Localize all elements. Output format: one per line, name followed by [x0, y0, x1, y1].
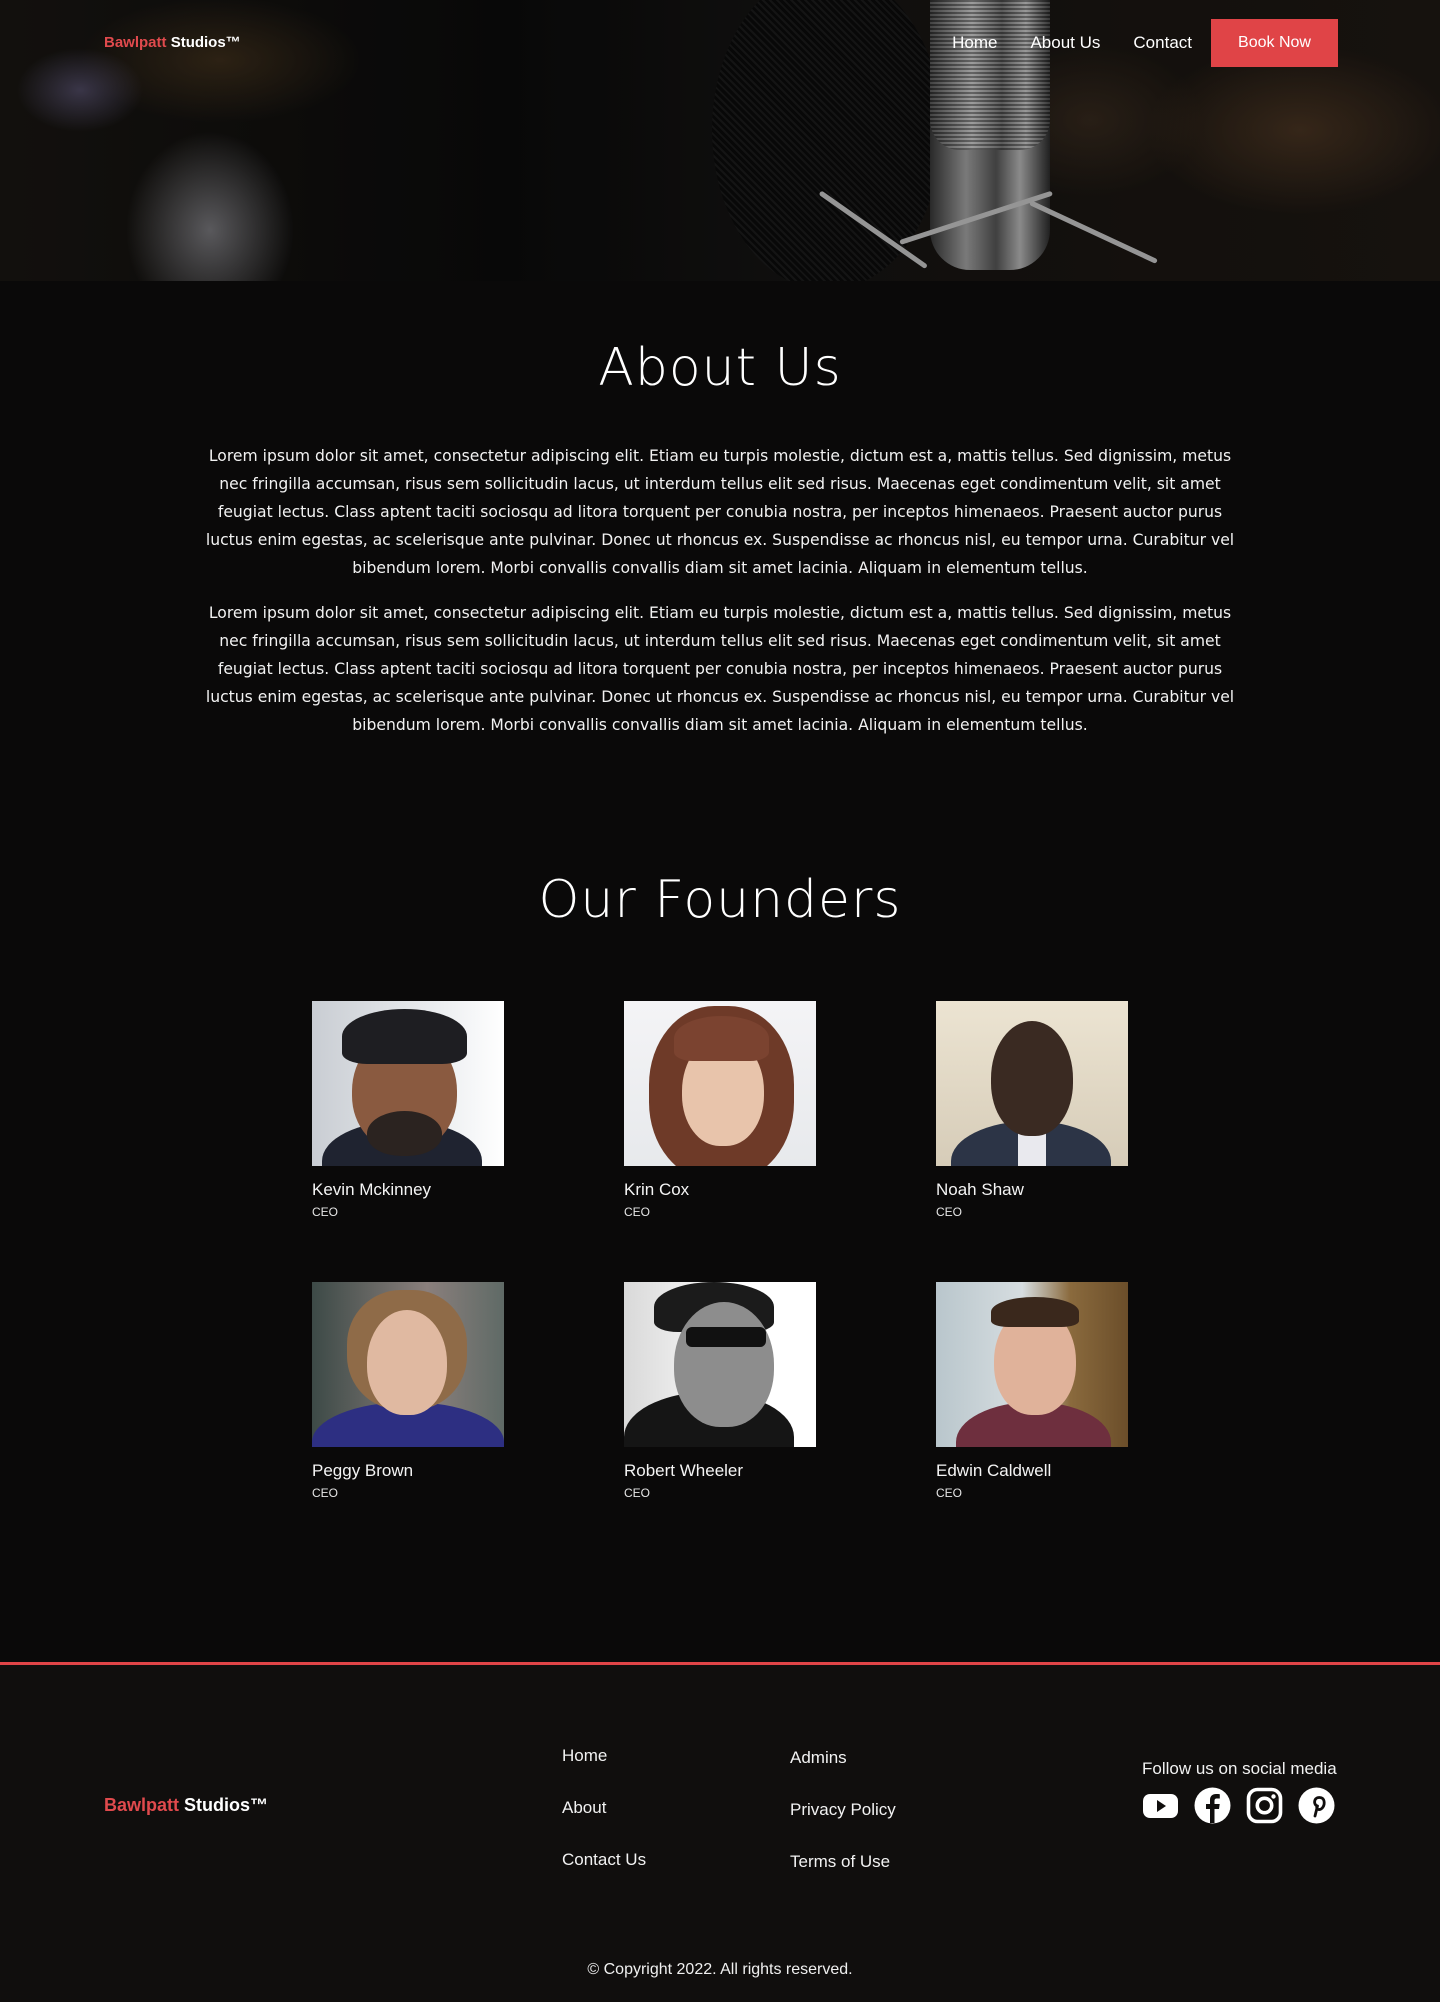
- nav-contact[interactable]: Contact: [1133, 33, 1192, 53]
- footer-link-contact-us[interactable]: Contact Us: [562, 1850, 646, 1902]
- footer-link-privacy-policy[interactable]: Privacy Policy: [790, 1800, 896, 1852]
- founder-card: Edwin Caldwell CEO: [936, 1282, 1128, 1500]
- facebook-icon[interactable]: [1194, 1787, 1231, 1824]
- footer-logo[interactable]: Bawlpatt Studios™: [104, 1795, 268, 1816]
- founder-role: CEO: [312, 1486, 339, 1500]
- pinterest-icon[interactable]: [1298, 1787, 1335, 1824]
- social-label: Follow us on social media: [1142, 1759, 1337, 1778]
- founder-role: CEO: [624, 1486, 651, 1500]
- about-title: About Us: [598, 338, 842, 398]
- founder-photo: [936, 1282, 1128, 1447]
- founder-photo: [624, 1282, 816, 1447]
- founder-role: CEO: [624, 1205, 651, 1219]
- footer-link-about[interactable]: About: [562, 1798, 646, 1850]
- founder-name: Peggy Brown: [312, 1461, 414, 1480]
- footer-link-terms-of-use[interactable]: Terms of Use: [790, 1852, 896, 1904]
- nav-home[interactable]: Home: [952, 33, 997, 53]
- founder-card: Peggy Brown CEO: [312, 1282, 504, 1500]
- about-paragraph-1: Lorem ipsum dolor sit amet, consectetur …: [205, 447, 1235, 577]
- footer-links-secondary: Admins Privacy Policy Terms of Use: [790, 1748, 896, 1904]
- founder-name: Noah Shaw: [936, 1180, 1024, 1199]
- founder-card: Kevin Mckinney CEO: [312, 1001, 504, 1219]
- footer-links-primary: Home About Contact Us: [562, 1746, 646, 1902]
- about-paragraph-2: Lorem ipsum dolor sit amet, consectetur …: [205, 604, 1235, 734]
- founder-card: Noah Shaw CEO: [936, 1001, 1128, 1219]
- founders-title: Our Founders: [538, 870, 902, 930]
- founder-name: Robert Wheeler: [624, 1461, 744, 1480]
- copyright: © Copyright 2022. All rights reserved.: [587, 1961, 853, 1978]
- footer-link-admins[interactable]: Admins: [790, 1748, 896, 1800]
- main-nav: Home About Us Contact Book Now: [952, 19, 1338, 67]
- logo-part-1: Bawlpatt: [104, 1795, 180, 1815]
- founder-name: Kevin Mckinney: [312, 1180, 432, 1199]
- founder-name: Edwin Caldwell: [936, 1461, 1052, 1480]
- logo-part-2: Studios™: [184, 1795, 269, 1815]
- nav-about-us[interactable]: About Us: [1030, 33, 1100, 53]
- founder-role: CEO: [936, 1205, 963, 1219]
- logo-part-2: Studios™: [170, 34, 241, 51]
- founder-card: Krin Cox CEO: [624, 1001, 816, 1219]
- founder-role: CEO: [936, 1486, 963, 1500]
- founder-photo: [312, 1001, 504, 1166]
- footer: Bawlpatt Studios™ Home About Contact Us …: [0, 1662, 1440, 2002]
- social-links: [1142, 1787, 1350, 1824]
- youtube-icon[interactable]: [1142, 1787, 1179, 1824]
- instagram-icon[interactable]: [1246, 1787, 1283, 1824]
- founder-card: Robert Wheeler CEO: [624, 1282, 816, 1500]
- logo[interactable]: Bawlpatt Studios™: [104, 34, 241, 51]
- founder-photo: [624, 1001, 816, 1166]
- founder-photo: [312, 1282, 504, 1447]
- founder-role: CEO: [312, 1205, 339, 1219]
- founder-name: Krin Cox: [624, 1180, 690, 1199]
- founder-photo: [936, 1001, 1128, 1166]
- footer-link-home[interactable]: Home: [562, 1746, 646, 1798]
- logo-part-1: Bawlpatt: [104, 34, 167, 51]
- book-now-button[interactable]: Book Now: [1211, 19, 1338, 67]
